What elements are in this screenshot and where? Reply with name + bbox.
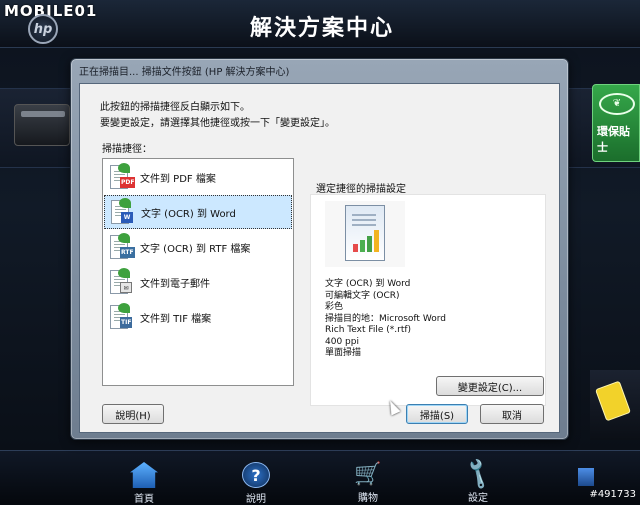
dialog-title: 正在掃描目... 掃描文件按鈕 (HP 解決方案中心) [79, 67, 290, 78]
image-id: #491733 [589, 489, 636, 500]
shortcut-word[interactable]: W 文字 (OCR) 到 Word [104, 195, 292, 229]
intro-line-2: 要變更設定，請選擇其他捷徑或按一下「變更設定」。 [100, 118, 335, 129]
nav-shop-label: 購物 [358, 493, 378, 504]
rtf-document-icon: RTF [108, 233, 135, 261]
shortcut-label: 文件到電子郵件 [140, 278, 210, 290]
wrench-icon: 🔧 [459, 456, 497, 493]
status-icon[interactable] [578, 468, 594, 486]
shortcut-rtf[interactable]: RTF 文字 (OCR) 到 RTF 檔案 [104, 230, 292, 264]
settings-panel: 文字 (OCR) 到 Word 可編輯文字 (OCR) 彩色 掃描目的地：Mic… [310, 194, 546, 406]
detail-line: 彩色 [325, 302, 344, 312]
tag-icon [594, 380, 632, 422]
word-document-icon: W [109, 198, 133, 226]
detail-line: 可編輯文字 (OCR) [325, 290, 400, 301]
shopping-cart-icon: 🛒 [354, 462, 382, 487]
nav-home[interactable]: 首頁 [114, 462, 174, 505]
shortcut-list-label: 掃描捷徑： [102, 144, 152, 155]
home-icon [130, 462, 158, 488]
eco-tips-label: 環保貼士 [597, 125, 630, 154]
pdf-document-icon: PDF [108, 163, 136, 191]
nav-settings[interactable]: 🔧 設定 [448, 457, 508, 504]
shortcut-label: 文字 (OCR) 到 RTF 檔案 [140, 243, 251, 255]
settings-details: 文字 (OCR) 到 Word 可編輯文字 (OCR) 彩色 掃描目的地：Mic… [325, 279, 446, 360]
help-icon: ? [242, 462, 270, 488]
scan-button[interactable]: 掃描(S) [406, 404, 468, 424]
detail-line: 掃描目的地：Microsoft Word [325, 313, 446, 324]
shortcut-label: 文件到 PDF 檔案 [140, 173, 216, 185]
shortcut-pdf[interactable]: PDF 文件到 PDF 檔案 [104, 160, 292, 194]
scan-dialog: 正在掃描目... 掃描文件按鈕 (HP 解決方案中心) 此按鈕的掃描捷徑反白顯示… [70, 58, 569, 440]
help-button[interactable]: 說明(H) [102, 404, 164, 424]
detail-line: 400 ppi [325, 336, 359, 347]
printer-image[interactable] [14, 104, 70, 146]
shortcut-list[interactable]: PDF 文件到 PDF 檔案 W 文字 (OCR) 到 Word RTF 文字 … [102, 158, 294, 386]
nav-help[interactable]: ? 說明 [226, 462, 286, 505]
nav-help-label: 說明 [246, 494, 266, 505]
cancel-button[interactable]: 取消 [480, 404, 544, 424]
dialog-body: 此按鈕的掃描捷徑反白顯示如下。 要變更設定，請選擇其他捷徑或按一下「變更設定」。… [79, 83, 560, 433]
nav-settings-label: 設定 [468, 493, 488, 504]
app-title: 解決方案中心 [250, 16, 395, 41]
detail-line: Rich Text File (*.rtf) [325, 325, 412, 335]
leaf-icon: ❦ [599, 93, 635, 115]
shortcut-email[interactable]: ✉ 文件到電子郵件 [104, 265, 292, 299]
settings-label: 選定捷徑的掃描設定 [316, 184, 406, 195]
detail-line: 單面掃描 [325, 348, 362, 358]
nav-shop[interactable]: 🛒 購物 [338, 462, 398, 504]
tag-tile[interactable] [590, 370, 640, 440]
eco-tips-tile[interactable]: ❦ 環保貼士 [592, 84, 640, 162]
shortcut-label: 文字 (OCR) 到 Word [141, 208, 236, 220]
intro-line-1: 此按鈕的掃描捷徑反白顯示如下。 [100, 102, 250, 113]
bottom-nav [0, 450, 640, 504]
change-settings-button[interactable]: 變更設定(C)... [436, 376, 544, 396]
nav-home-label: 首頁 [134, 494, 154, 505]
intro-text: 此按鈕的掃描捷徑反白顯示如下。 要變更設定，請選擇其他捷徑或按一下「變更設定」。 [100, 100, 335, 132]
tif-document-icon: TIF [108, 303, 133, 331]
detail-line: 文字 (OCR) 到 Word [325, 279, 411, 289]
email-document-icon: ✉ [108, 268, 132, 296]
shortcut-label: 文件到 TIF 檔案 [140, 313, 212, 325]
shortcut-tif[interactable]: TIF 文件到 TIF 檔案 [104, 300, 292, 334]
hp-logo: hp [28, 14, 58, 44]
preview-document-icon [325, 201, 405, 267]
app-header: MOBILE01 hp 解決方案中心 [0, 0, 640, 48]
